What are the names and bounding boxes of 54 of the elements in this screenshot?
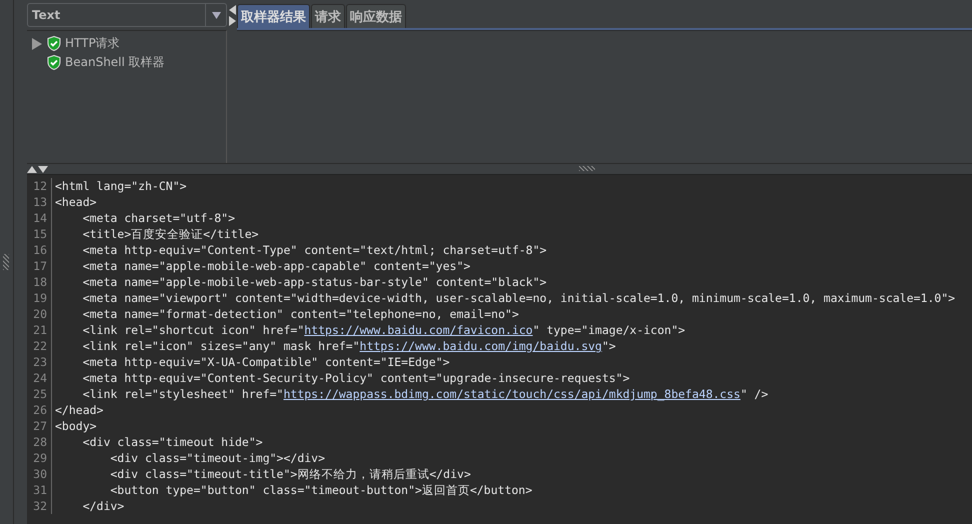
line-number: 16 [27, 242, 52, 258]
tab[interactable]: 取样器结果 [237, 4, 310, 28]
line-number: 15 [27, 226, 52, 242]
code-line: <meta name="format-detection" content="telephone=no, email=no"> [82, 307, 519, 321]
code-line: <meta name="apple-mobile-web-app-capable" content="yes"> [82, 259, 470, 273]
line-number: 25 [27, 386, 52, 402]
code-line: <meta http-equiv="X-UA-Compatible" content="IE=Edge"> [82, 355, 450, 369]
line-number: 23 [27, 354, 52, 370]
code-line: <meta charset="utf-8"> [82, 211, 236, 225]
code-line: <meta name="apple-mobile-web-app-status-bar-style" content="black"> [82, 275, 547, 289]
line-number: 32 [27, 498, 52, 514]
code-line: <html lang="zh-CN"> [54, 179, 187, 193]
line-number: 17 [27, 258, 52, 274]
shield-check-icon [47, 36, 61, 51]
code-line: <meta http-equiv="Content-Type" content="text/html; charset=utf-8"> [82, 243, 547, 257]
code-line: <link rel="shortcut icon" href="https://www.baidu.com/favicon.ico" type="image/x-icon"> [82, 323, 686, 337]
code-line: <div class="timeout-img"></div> [109, 451, 326, 465]
caret-icon [212, 12, 220, 18]
line-number: 19 [27, 290, 52, 306]
line-number: 12 [27, 178, 52, 194]
line-number: 29 [27, 450, 52, 466]
line-number: 14 [27, 210, 52, 226]
line-number: 28 [27, 434, 52, 450]
tree-item[interactable]: BeanShell 取样器 [65, 54, 165, 71]
tab[interactable]: 响应数据 [346, 4, 406, 28]
splitter-grip[interactable] [579, 166, 595, 171]
tree-item[interactable]: HTTP请求 [65, 35, 120, 52]
tab[interactable]: 请求 [311, 4, 345, 28]
expand-arrow-icon[interactable] [31, 38, 43, 50]
code-line: <link rel="icon" sizes="any" mask href="https://www.baidu.com/img/baidu.svg"> [82, 339, 616, 353]
code-line: <button type="button" class="timeout-button">返回首页</button> [109, 482, 532, 498]
line-number: 27 [27, 418, 52, 434]
code-line: <title>百度安全验证</title> [82, 226, 259, 242]
line-number: 26 [27, 402, 52, 418]
code-line: <meta name="viewport" content="width=device-width, user-scalable=no, initial-scale=1.0, minimum-scale=1.0, maximum-scale=1.0"> [82, 291, 956, 305]
line-number: 24 [27, 370, 52, 386]
code-line: <head> [54, 195, 97, 209]
shield-check-icon [47, 55, 61, 70]
code-line: <div class="timeout-title">网络不给力，请稍后重试</div> [109, 466, 471, 482]
filter-dropdown[interactable]: Text [27, 3, 227, 27]
line-number: 22 [27, 338, 52, 354]
code-line: <div class="timeout hide"> [82, 435, 263, 449]
code-line: <body> [54, 419, 97, 433]
line-number: 20 [27, 306, 52, 322]
line-number: 13 [27, 194, 52, 210]
code-line: </head> [54, 403, 104, 417]
line-number: 18 [27, 274, 52, 290]
code-line: <meta http-equiv="Content-Security-Policy" content="upgrade-insecure-requests"> [82, 371, 630, 385]
splitter-grip[interactable] [3, 254, 9, 270]
code-line: <link rel="stylesheet" href="https://wappass.bdimg.com/static/touch/css/api/mkdjump_8befa48.css" /> [82, 387, 768, 401]
code-line: </div> [82, 499, 124, 513]
line-number: 31 [27, 482, 52, 498]
line-number: 21 [27, 322, 52, 338]
line-number: 30 [27, 466, 52, 482]
